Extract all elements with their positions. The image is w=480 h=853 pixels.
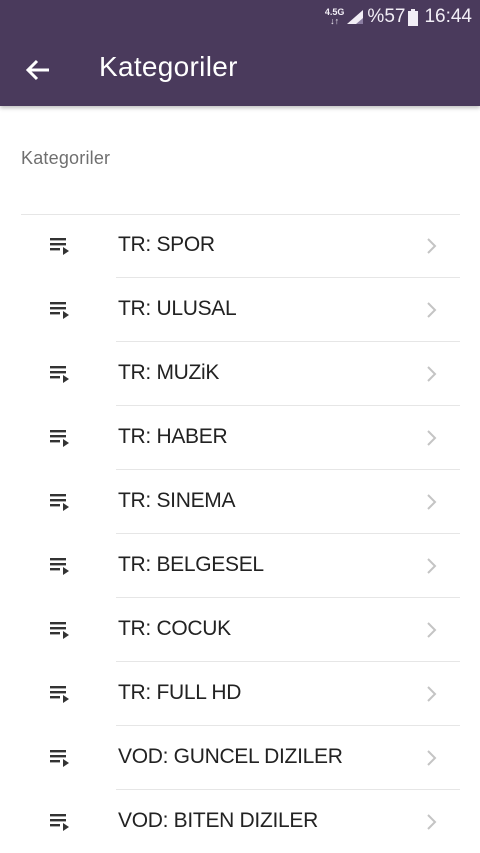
playlist-play-icon [50, 366, 69, 383]
battery-icon [408, 8, 419, 26]
chevron-right-icon [427, 686, 437, 702]
playlist-play-icon [50, 622, 69, 639]
app-root: 4.5G ↓↑ %57 16:44 Kategoriler Kategorile… [0, 0, 480, 853]
arrow-left-icon [25, 59, 49, 81]
signal-icon [347, 10, 364, 24]
chevron-right-icon [427, 238, 437, 254]
category-list-item[interactable]: TR: ULUSAL [0, 278, 480, 342]
category-label: VOD: GUNCEL DIZILER [118, 745, 343, 768]
playlist-play-icon [50, 430, 69, 447]
category-list-item[interactable]: VOD: BITEN DIZILER [0, 790, 480, 853]
category-list-item[interactable]: TR: HABER [0, 406, 480, 470]
chevron-right-icon [427, 814, 437, 830]
status-bar: 4.5G ↓↑ %57 16:44 [0, 0, 480, 34]
category-label: TR: MUZiK [118, 361, 220, 384]
status-clock: 16:44 [424, 6, 472, 27]
battery-percent: %57 [367, 6, 406, 27]
playlist-play-icon [50, 686, 69, 703]
category-label: TR: ULUSAL [118, 297, 237, 320]
playlist-play-icon [50, 750, 69, 767]
category-label: TR: BELGESEL [118, 553, 264, 576]
category-list-item[interactable]: TR: SPOR [0, 214, 480, 278]
header: 4.5G ↓↑ %57 16:44 Kategoriler [0, 0, 480, 106]
page-title: Kategoriler [99, 51, 238, 82]
category-list-item[interactable]: TR: MUZiK [0, 342, 480, 406]
category-label: TR: HABER [118, 425, 228, 448]
category-list-item[interactable]: TR: COCUK [0, 598, 480, 662]
chevron-right-icon [427, 622, 437, 638]
category-list-item[interactable]: TR: SINEMA [0, 470, 480, 534]
chevron-right-icon [427, 302, 437, 318]
category-label: TR: COCUK [118, 617, 231, 640]
section-title: Kategoriler [21, 148, 111, 168]
playlist-play-icon [50, 238, 69, 255]
category-list-item[interactable]: VOD: GUNCEL DIZILER [0, 726, 480, 790]
playlist-play-icon [50, 558, 69, 575]
category-label: TR: FULL HD [118, 681, 242, 704]
playlist-play-icon [50, 814, 69, 831]
network-type-indicator: 4.5G ↓↑ [325, 8, 345, 26]
network-activity-arrows: ↓↑ [330, 16, 340, 26]
category-list: TR: SPOR TR: ULUSAL TR: MUZiK TR: HABER … [0, 214, 480, 853]
category-label: VOD: BITEN DIZILER [118, 809, 318, 832]
chevron-right-icon [427, 494, 437, 510]
playlist-play-icon [50, 494, 69, 511]
chevron-right-icon [427, 366, 437, 382]
category-label: TR: SINEMA [118, 489, 236, 512]
category-label: TR: SPOR [118, 233, 215, 256]
playlist-play-icon [50, 302, 69, 319]
category-list-item[interactable]: TR: BELGESEL [0, 534, 480, 598]
app-bar: Kategoriler [0, 34, 480, 106]
chevron-right-icon [427, 750, 437, 766]
back-button[interactable] [22, 56, 54, 84]
chevron-right-icon [427, 430, 437, 446]
chevron-right-icon [427, 558, 437, 574]
category-list-item[interactable]: TR: FULL HD [0, 662, 480, 726]
